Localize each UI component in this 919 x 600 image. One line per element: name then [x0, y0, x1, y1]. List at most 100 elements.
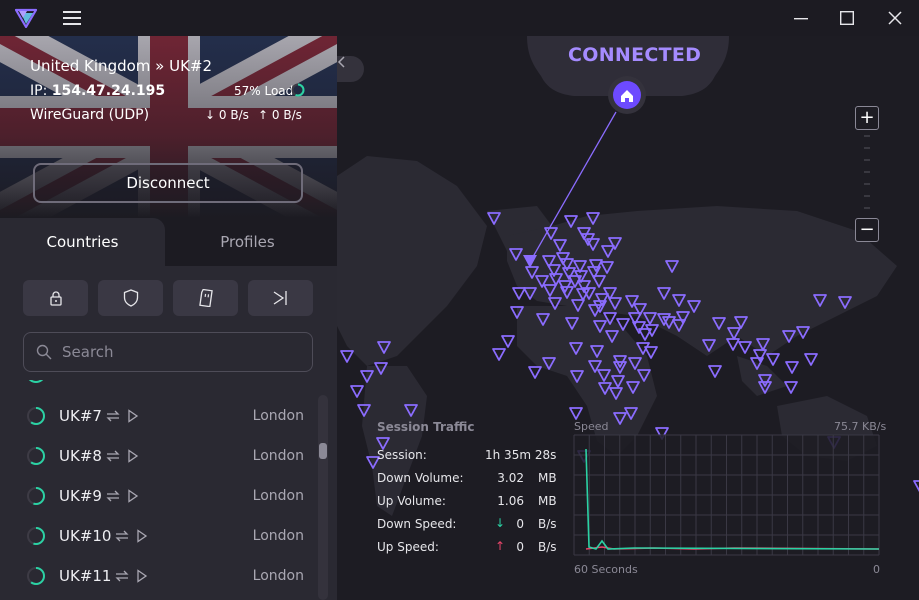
minus-icon: −	[859, 219, 875, 240]
server-row[interactable]: UK#7 London	[0, 396, 320, 436]
close-icon[interactable]	[880, 0, 910, 36]
traffic-unit: MB	[538, 471, 557, 485]
play-icon[interactable]	[127, 489, 139, 503]
traffic-label: Up Speed:	[377, 540, 439, 554]
server-name: UK#9	[59, 487, 102, 505]
traffic-value: 0	[516, 517, 524, 531]
zoom-out-button[interactable]: −	[855, 218, 879, 242]
server-row[interactable]: UK#8 London	[0, 436, 320, 476]
reconnect-icon[interactable]	[114, 569, 130, 583]
traffic-unit: B/s	[538, 540, 557, 554]
ip-address: 154.47.24.195	[51, 83, 166, 99]
reconnect-icon[interactable]	[105, 489, 121, 503]
upload-rate: ↑ 0 B/s	[258, 108, 302, 122]
traffic-value: 1.06	[497, 494, 524, 508]
speed-chart-x-left: 60 Seconds	[574, 563, 638, 576]
p2p-filter-button[interactable]	[173, 280, 238, 316]
load-label: 57% Load	[234, 84, 294, 98]
reconnect-icon[interactable]	[105, 449, 121, 463]
tab-countries[interactable]: Countries	[0, 218, 165, 266]
chevron-left-icon	[337, 56, 345, 68]
server-marker[interactable]	[738, 341, 752, 354]
reconnect-icon[interactable]	[105, 409, 121, 423]
list-scrollbar[interactable]	[318, 395, 328, 600]
play-icon[interactable]	[136, 529, 148, 543]
ip-label: IP: 154.47.24.195	[30, 83, 166, 99]
maximize-icon[interactable]	[832, 0, 862, 36]
traffic-label: Up Volume:	[377, 494, 446, 508]
traffic-label: Session:	[377, 448, 427, 462]
sd-card-icon	[198, 289, 213, 307]
lock-icon	[49, 291, 62, 306]
load-ring-icon	[27, 487, 45, 505]
sidebar: United Kingdom » UK#2 IP: 154.47.24.195 …	[0, 36, 337, 600]
world-map[interactable]: CONNECTED + − Session Traffic Session: 1h…	[337, 36, 919, 600]
tab-bar: Countries Profiles	[0, 218, 337, 266]
play-icon[interactable]	[136, 569, 148, 583]
load-ring-icon	[27, 567, 45, 585]
proton-vpn-logo-icon	[13, 0, 39, 36]
server-row[interactable]: UK#9 London	[0, 476, 320, 516]
traffic-label: Down Volume:	[377, 471, 464, 485]
server-row[interactable]: UK#10 London	[0, 516, 320, 556]
connection-card: United Kingdom » UK#2 IP: 154.47.24.195 …	[0, 36, 337, 218]
tor-filter-button[interactable]	[248, 280, 313, 316]
traffic-value: 3.02	[497, 471, 524, 485]
server-marker[interactable]	[784, 381, 798, 394]
traffic-unit: MB	[538, 494, 557, 508]
server-marker[interactable]	[726, 338, 740, 351]
countries-panel: UK#7 London UK#8 London UK#9 London UK#10 Londo…	[0, 266, 337, 600]
search-box[interactable]	[23, 332, 313, 372]
server-name: UK#7	[59, 407, 102, 425]
server-name: UK#10	[59, 527, 112, 545]
traffic-value: 0	[516, 540, 524, 554]
speed-chart-max: 75.7 KB/s	[834, 420, 887, 433]
server-marker[interactable]	[753, 349, 767, 362]
server-marker[interactable]	[804, 353, 818, 366]
vpn-app-window: United Kingdom » UK#2 IP: 154.47.24.195 …	[0, 0, 919, 600]
load-ring-icon	[291, 83, 305, 97]
server-marker[interactable]	[708, 365, 722, 378]
server-marker[interactable]	[501, 335, 515, 348]
server-city: London	[252, 408, 304, 424]
arrow-up-icon: ↑	[495, 539, 506, 553]
reconnect-icon[interactable]	[114, 529, 130, 543]
netshield-filter-button[interactable]	[98, 280, 163, 316]
play-icon[interactable]	[127, 449, 139, 463]
server-marker[interactable]	[913, 480, 919, 493]
server-marker[interactable]	[766, 353, 780, 366]
server-marker[interactable]	[512, 287, 526, 300]
server-city: London	[252, 448, 304, 464]
zoom-scale	[864, 135, 870, 209]
server-marker[interactable]	[340, 350, 354, 363]
server-city: London	[252, 488, 304, 504]
zoom-in-button[interactable]: +	[855, 106, 879, 130]
server-marker[interactable]	[785, 361, 799, 374]
server-row[interactable]: UK#11 London	[0, 556, 320, 596]
traffic-unit: B/s	[538, 517, 557, 531]
arrow-down-icon: ↓	[495, 516, 506, 530]
server-marker[interactable]	[492, 348, 506, 361]
disconnect-button[interactable]: Disconnect	[33, 163, 303, 203]
server-marker[interactable]	[638, 328, 652, 341]
search-input[interactable]	[62, 343, 292, 361]
partial-load-ring-icon	[28, 380, 44, 383]
play-icon[interactable]	[127, 409, 139, 423]
speed-chart-x-right: 0	[873, 563, 880, 576]
server-marker[interactable]	[632, 321, 646, 334]
collapse-sidebar-button[interactable]	[337, 56, 364, 82]
load-ring-icon	[27, 527, 45, 545]
server-marker[interactable]	[528, 366, 542, 379]
arrow-down-icon: ↓	[205, 108, 216, 122]
hamburger-menu-icon[interactable]	[58, 0, 86, 36]
minimize-icon[interactable]	[786, 0, 816, 36]
connection-status: CONNECTED	[568, 44, 702, 66]
download-rate: ↓ 0 B/s	[205, 108, 249, 122]
tab-profiles[interactable]: Profiles	[165, 218, 330, 266]
shield-icon	[123, 289, 138, 307]
server-marker[interactable]	[350, 385, 364, 398]
secure-core-filter-button[interactable]	[23, 280, 88, 316]
server-name: UK#8	[59, 447, 102, 465]
search-icon	[36, 344, 52, 360]
server-city: London	[252, 568, 304, 584]
